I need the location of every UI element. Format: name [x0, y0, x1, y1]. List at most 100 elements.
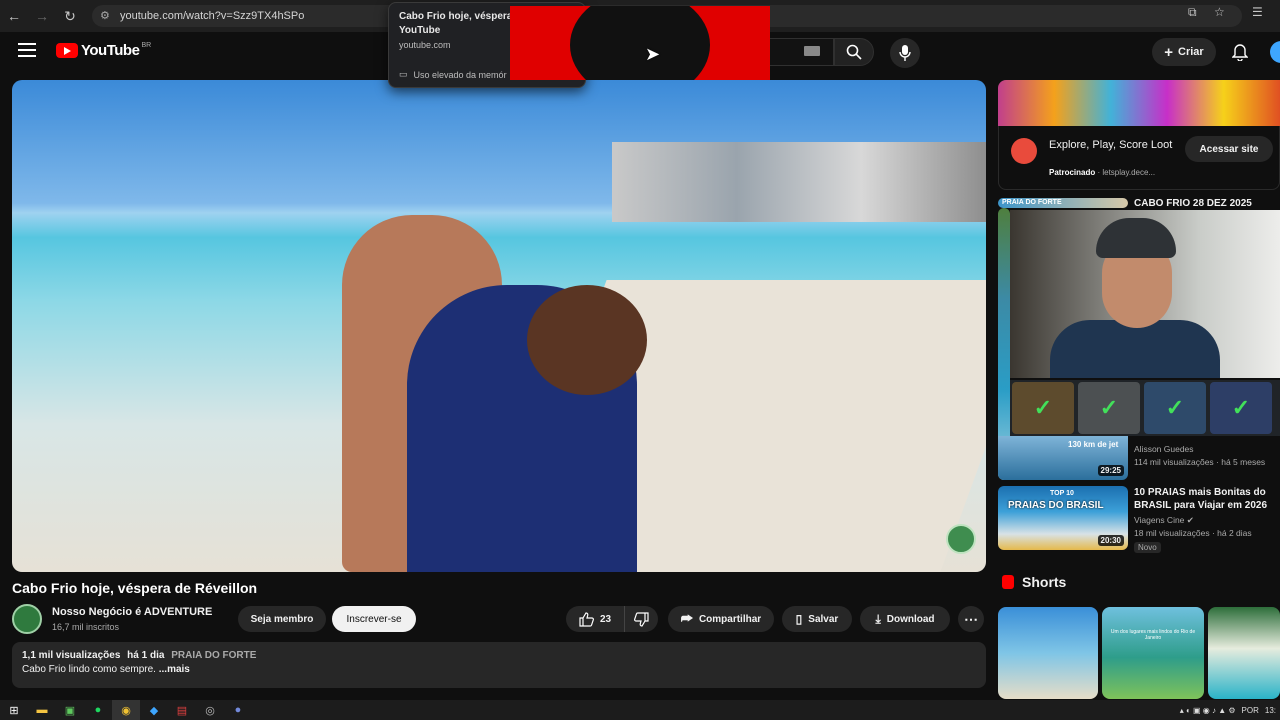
spotify-icon[interactable]: ● — [84, 700, 112, 720]
new-badge: Novo — [1134, 542, 1161, 553]
like-count: 23 — [599, 613, 612, 625]
create-button[interactable]: + Criar — [1152, 38, 1216, 66]
os-taskbar: ⊞ ▬ ▣ ● ◉ ◆ ▤ ◎ ● ▴ ◐ ▣ ◉ ♪ ▲ ⚙ POR 13: — [0, 700, 1280, 720]
hamburger-menu-icon[interactable] — [18, 43, 36, 59]
app-icon[interactable]: ◆ — [140, 700, 168, 720]
notifications-bell-icon[interactable] — [1230, 42, 1250, 62]
reload-icon[interactable]: ↻ — [56, 2, 84, 30]
short-item-3[interactable] — [1208, 607, 1280, 699]
save-playlist-icon: ▯ — [795, 612, 803, 626]
video-title: Cabo Frio hoje, véspera de Réveillon — [12, 580, 258, 596]
cast-icon[interactable]: ⧉ — [1188, 5, 1197, 20]
shorts-icon — [1002, 575, 1014, 589]
video-frame-child-head — [527, 285, 647, 395]
input-language[interactable]: POR — [1242, 706, 1259, 715]
related-thumbnail-label-2: 130 km de jet — [1068, 440, 1119, 449]
related-thumbnail-1[interactable]: PRAIA DO FORTE — [998, 198, 1128, 208]
clock[interactable]: 13: — [1265, 706, 1276, 715]
ad-banner-image[interactable] — [998, 80, 1280, 126]
related-channel-3[interactable]: Viagens Cine ✔ — [1134, 514, 1194, 527]
related-thumbnail-3[interactable]: TOP 10 PRAIAS DO BRASIL 20:30 — [998, 486, 1128, 550]
tab-hover-preview — [510, 6, 770, 80]
share-button[interactable]: ⮫ Compartilhar — [668, 606, 774, 632]
visit-site-button[interactable]: Acessar site — [1185, 136, 1273, 162]
related-thumbnail-top-3: TOP 10 — [1050, 490, 1074, 497]
url-text: youtube.com/watch?v=Szz9TX4hSPo — [120, 10, 305, 22]
video-player[interactable] — [12, 80, 986, 572]
description-box[interactable]: 1,1 mil visualizações há 1 dia PRAIA DO … — [12, 642, 986, 688]
view-count: 1,1 mil visualizações — [22, 650, 121, 661]
ad-title: Explore, Play, Score Loot — [1049, 139, 1173, 151]
game-tiles-overlay: ✓ ✓ ✓ ✓ — [1010, 380, 1280, 436]
back-icon[interactable]: ← — [0, 2, 28, 30]
keyboard-icon[interactable] — [804, 46, 820, 56]
site-info-icon[interactable]: ⚙ — [100, 9, 110, 22]
shorts-heading: Shorts — [1002, 574, 1066, 590]
dislike-button[interactable] — [624, 606, 658, 632]
check-icon: ✓ — [1078, 382, 1140, 434]
thumbs-up-icon — [579, 611, 594, 627]
tab-hover-memory: Uso elevado da memór — [413, 69, 507, 80]
webcam-overlay — [1010, 210, 1280, 378]
thumbs-down-icon — [634, 611, 649, 627]
short-item-2-label: Um dos lugares mais lindos do Rio de Jan… — [1110, 629, 1196, 641]
account-avatar[interactable] — [1270, 41, 1280, 63]
related-meta-2: 114 mil visualizações · há 5 meses — [1134, 457, 1266, 467]
description-text: Cabo Frio lindo como sempre. — [22, 664, 156, 675]
verified-icon: ✔ — [1186, 515, 1194, 525]
download-icon: ⤓ — [875, 611, 881, 626]
microphone-icon — [899, 45, 911, 61]
like-button[interactable]: 23 — [566, 606, 624, 632]
video-frame-buildings — [612, 142, 986, 222]
channel-name[interactable]: Nosso Negócio é ADVENTURE — [52, 606, 212, 618]
app-icon[interactable]: ▣ — [56, 700, 84, 720]
file-explorer-icon[interactable]: ▬ — [28, 700, 56, 720]
app-icon[interactable]: ◎ — [196, 700, 224, 720]
plus-icon: + — [1164, 43, 1174, 61]
mouse-cursor-icon: ➤ — [645, 44, 661, 64]
check-icon: ✓ — [1012, 382, 1074, 434]
channel-watermark[interactable] — [946, 524, 976, 554]
youtube-logo[interactable]: YouTube BR — [56, 42, 151, 59]
related-thumbnail-2[interactable]: 130 km de jet 29:25 — [998, 436, 1128, 480]
subscribe-button[interactable]: Inscrever-se — [332, 606, 416, 632]
start-icon[interactable]: ⊞ — [0, 700, 28, 720]
save-button[interactable]: ▯ Salvar — [782, 606, 852, 632]
related-title-3[interactable]: 10 PRAIAS mais Bonitas do BRASIL para Vi… — [1134, 486, 1274, 512]
browser-menu-icon[interactable]: ☰ — [1252, 5, 1263, 19]
join-button[interactable]: Seja membro — [238, 606, 326, 632]
related-channel-2[interactable]: Alisson Guedes — [1134, 443, 1194, 456]
related-title-1[interactable]: CABO FRIO 28 DEZ 2025 — [1134, 197, 1274, 210]
app-icon[interactable]: ▤ — [168, 700, 196, 720]
tray-icons: ▴ ◐ ▣ ◉ ♪ ▲ ⚙ — [1179, 705, 1236, 715]
country-code: BR — [141, 42, 152, 49]
check-icon: ✓ — [1144, 382, 1206, 434]
search-icon — [846, 44, 862, 60]
advertiser-logo — [1011, 138, 1037, 164]
show-more-link[interactable]: ...mais — [159, 664, 190, 675]
video-duration: 29:25 — [1097, 465, 1124, 476]
check-icon: ✓ — [1210, 382, 1272, 434]
ad-card[interactable]: Explore, Play, Score Loot Patrocinado · … — [998, 126, 1280, 190]
voice-search-button[interactable] — [890, 38, 920, 68]
share-arrow-icon: ⮫ — [680, 611, 693, 626]
search-button[interactable] — [834, 38, 874, 66]
channel-avatar[interactable] — [12, 604, 42, 634]
upload-age: há 1 dia — [127, 650, 165, 661]
more-actions-icon[interactable]: ⋯ — [958, 606, 984, 632]
chrome-icon[interactable]: ◉ — [112, 700, 140, 720]
ad-sponsor-line: Patrocinado · letsplay.dece... — [1049, 168, 1156, 177]
discord-icon[interactable]: ● — [224, 700, 252, 720]
short-item-2[interactable]: Um dos lugares mais lindos do Rio de Jan… — [1102, 607, 1204, 699]
system-tray[interactable]: ▴ ◐ ▣ ◉ ♪ ▲ ⚙ POR 13: — [1180, 700, 1280, 720]
location-tag[interactable]: PRAIA DO FORTE — [171, 650, 256, 661]
related-meta-3: 18 mil visualizações · há 2 dias — [1134, 528, 1252, 538]
youtube-play-icon — [56, 43, 78, 58]
video-duration: 20:30 — [1097, 535, 1124, 546]
forward-icon[interactable]: → — [28, 2, 56, 30]
subscriber-count: 16,7 mil inscritos — [52, 622, 120, 632]
related-thumbnail-label-3: PRAIAS DO BRASIL — [1008, 500, 1104, 511]
bookmark-star-icon[interactable]: ☆ — [1214, 5, 1225, 19]
short-item-1[interactable] — [998, 607, 1098, 699]
download-button[interactable]: ⤓ Download — [860, 606, 950, 632]
